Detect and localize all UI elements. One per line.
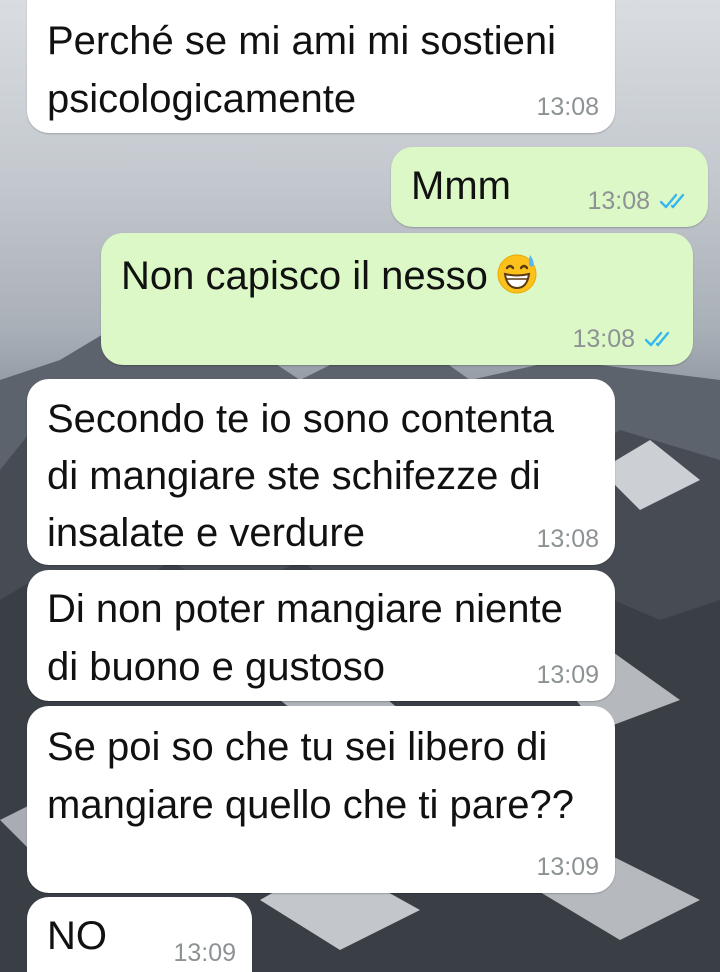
message-time: 13:09 [173, 939, 236, 967]
message-bubble-outgoing[interactable]: Non capisco il nesso 13:08 [101, 233, 693, 365]
message-bubble-incoming[interactable]: Di non poter mangiare niente di buono e … [27, 570, 615, 701]
grinning-face-with-sweat-icon [496, 253, 538, 295]
message-bubble-incoming[interactable]: Secondo te io sono contenta di mangiare … [27, 379, 615, 565]
message-meta: 13:09 [173, 939, 236, 967]
message-text: NO [47, 914, 107, 958]
message-text: Secondo te io sono contenta di mangiare … [47, 397, 555, 555]
message-meta: 13:08 [587, 187, 692, 215]
message-meta: 13:09 [536, 661, 599, 689]
message-text: Perché se mi ami mi sostieni psicologica… [47, 19, 557, 121]
message-text: Non capisco il nesso [121, 247, 538, 305]
message-meta: 13:09 [536, 853, 599, 881]
double-check-icon [660, 193, 685, 209]
message-bubble-incoming[interactable]: Perché se mi ami mi sostieni psicologica… [27, 0, 615, 133]
message-bubble-incoming[interactable]: NO 13:09 [27, 897, 252, 972]
message-time: 13:09 [536, 661, 599, 689]
message-time: 13:08 [572, 325, 635, 353]
double-check-icon [645, 331, 670, 347]
message-text: Se poi so che tu sei libero di mangiare … [47, 725, 575, 827]
message-time: 13:09 [536, 853, 599, 881]
message-bubble-incoming[interactable]: Se poi so che tu sei libero di mangiare … [27, 706, 615, 893]
message-time: 13:08 [536, 525, 599, 553]
message-meta: 13:08 [572, 325, 677, 353]
message-text: Di non poter mangiare niente di buono e … [47, 587, 563, 689]
message-text: Mmm [411, 164, 511, 208]
message-meta: 13:08 [536, 93, 599, 121]
message-meta: 13:08 [536, 525, 599, 553]
message-time: 13:08 [587, 187, 650, 215]
message-text-content: Non capisco il nesso [121, 254, 488, 298]
message-time: 13:08 [536, 93, 599, 121]
message-bubble-outgoing[interactable]: Mmm 13:08 [391, 147, 708, 227]
